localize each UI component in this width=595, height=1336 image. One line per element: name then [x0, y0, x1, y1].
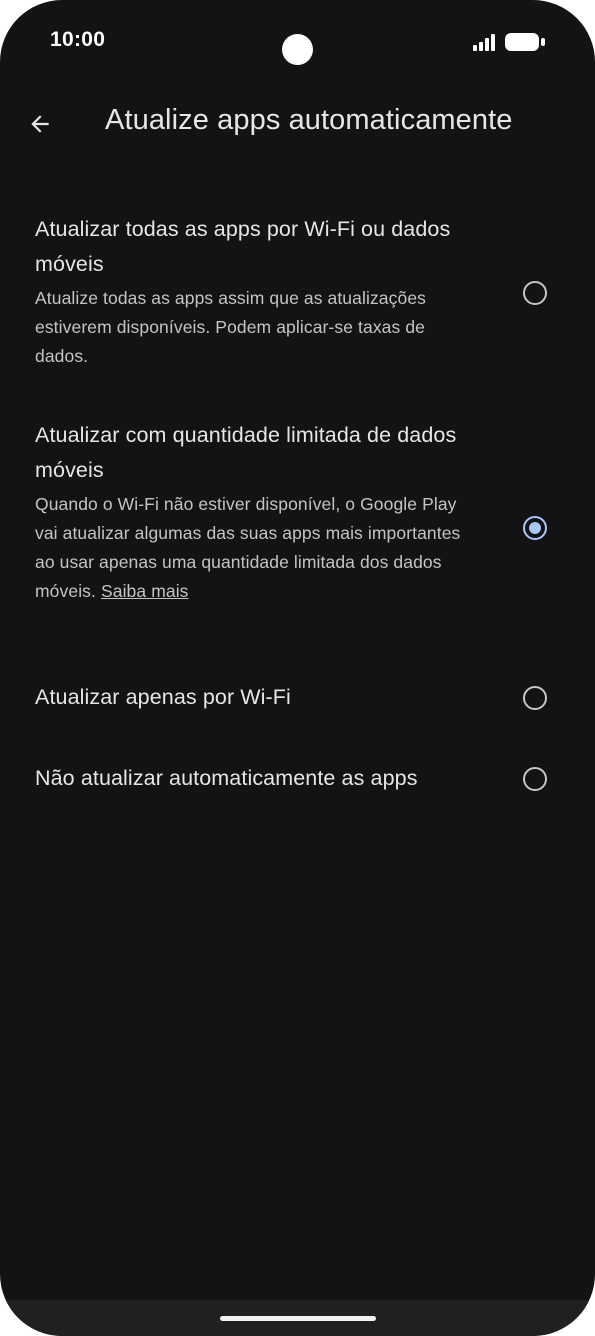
- status-bar: 10:00: [0, 0, 595, 90]
- option-title: Não atualizar automaticamente as apps: [35, 766, 418, 790]
- learn-more-link[interactable]: Saiba mais: [101, 581, 189, 601]
- navigation-bar: [0, 1300, 595, 1336]
- option-text: Não atualizar automaticamente as apps: [35, 761, 475, 796]
- option-description: Quando o Wi-Fi não estiver disponível, o…: [35, 490, 475, 606]
- status-icons: [470, 31, 550, 55]
- back-button[interactable]: [18, 102, 62, 146]
- signal-icon: [473, 34, 495, 51]
- top-app-bar: Atualize apps automaticamente: [0, 94, 595, 158]
- option-title: Atualizar com quantidade limitada de dad…: [35, 423, 457, 482]
- option-description-text: Quando o Wi-Fi não estiver disponível, o…: [35, 494, 461, 601]
- option-text: Atualizar todas as apps por Wi-Fi ou dad…: [35, 212, 475, 371]
- option-update-wifi-only[interactable]: Atualizar apenas por Wi-Fi: [0, 678, 595, 722]
- radio-button-dont-update[interactable]: [523, 767, 547, 791]
- arrow-left-icon: [31, 115, 49, 133]
- phone-screen: 10:00 Atualize apps automaticamente Atua…: [0, 0, 595, 1336]
- battery-icon: [505, 33, 545, 51]
- page-title: Atualize apps automaticamente: [105, 104, 513, 136]
- option-text: Atualizar com quantidade limitada de dad…: [35, 418, 475, 606]
- option-dont-auto-update[interactable]: Não atualizar automaticamente as apps: [0, 759, 595, 803]
- radio-button-limited-data[interactable]: [523, 516, 547, 540]
- option-update-limited-mobile-data[interactable]: Atualizar com quantidade limitada de dad…: [0, 416, 595, 636]
- status-time: 10:00: [50, 28, 106, 51]
- option-update-all-wifi-or-mobile[interactable]: Atualizar todas as apps por Wi-Fi ou dad…: [0, 210, 595, 380]
- option-title: Atualizar apenas por Wi-Fi: [35, 685, 291, 709]
- option-title: Atualizar todas as apps por Wi-Fi ou dad…: [35, 217, 451, 276]
- radio-button-update-all[interactable]: [523, 281, 547, 305]
- radio-button-wifi-only[interactable]: [523, 686, 547, 710]
- home-indicator[interactable]: [220, 1316, 376, 1321]
- front-camera: [282, 34, 313, 65]
- option-text: Atualizar apenas por Wi-Fi: [35, 680, 475, 715]
- option-description: Atualize todas as apps assim que as atua…: [35, 288, 426, 366]
